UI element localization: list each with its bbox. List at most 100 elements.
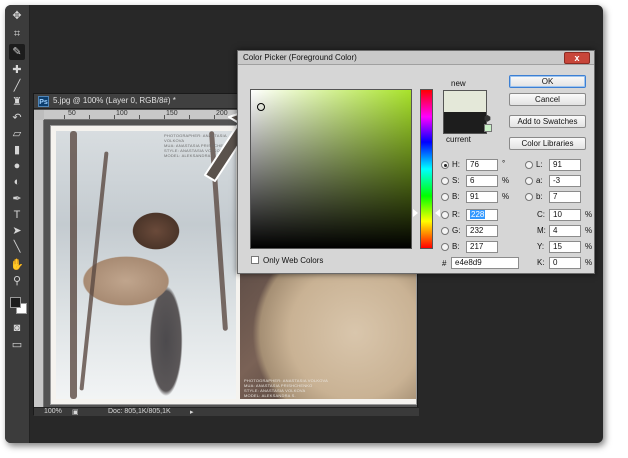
brush-icon[interactable]: ╱ (9, 78, 25, 94)
crop-icon[interactable]: ⌗ (9, 26, 25, 42)
color-libraries-button[interactable]: Color Libraries (509, 137, 586, 150)
brightness-radio[interactable] (441, 193, 449, 201)
ok-button[interactable]: OK (509, 75, 586, 88)
pen-icon[interactable]: ✒ (9, 191, 25, 207)
photoshop-document-icon: Ps (38, 96, 49, 107)
yellow-label: Y: (537, 242, 545, 251)
magenta-label: M: (537, 226, 546, 235)
eraser-icon[interactable]: ▱ (9, 126, 25, 142)
current-color-swatch[interactable] (443, 112, 487, 134)
blue-field[interactable]: 217 (466, 241, 498, 253)
ruler-tick-label: 50 (68, 110, 76, 117)
current-label: current (446, 135, 471, 144)
black-field[interactable]: 0 (549, 257, 581, 269)
hue-label: H: (452, 160, 460, 169)
ruler-tick-label: 100 (116, 110, 128, 117)
lab-l-label: L: (536, 160, 543, 169)
green-field[interactable]: 232 (466, 225, 498, 237)
saturation-label: S: (452, 176, 460, 185)
gradient-icon[interactable]: ▮ (9, 142, 25, 158)
type-icon[interactable]: T (9, 207, 25, 223)
healing-icon[interactable]: ✚ (9, 62, 25, 78)
photo-credit-text: PHOTOGRAPHER: ANASTASIA VOLKOVA MUA: ANA… (244, 378, 329, 398)
shape-icon[interactable]: ╲ (9, 239, 25, 255)
eyedropper-icon[interactable]: ✎ (9, 44, 25, 60)
close-icon[interactable]: x (564, 52, 590, 64)
magenta-unit: % (585, 226, 593, 235)
web-safe-color-swatch[interactable] (484, 124, 492, 132)
dialog-titlebar[interactable]: Color Picker (Foreground Color) x (238, 51, 594, 65)
saturation-unit: % (502, 176, 510, 185)
saturation-brightness-field[interactable] (250, 89, 412, 249)
hue-field[interactable]: 76 (466, 159, 498, 171)
doc-size-info[interactable]: Doc: 805,1K/805,1K (108, 408, 171, 415)
blur-icon[interactable]: ● (9, 158, 25, 174)
foreground-color-swatch[interactable] (10, 297, 21, 308)
green-radio[interactable] (441, 227, 449, 235)
brightness-label: B: (452, 192, 460, 201)
vertical-ruler[interactable] (34, 120, 44, 408)
quick-mask-icon[interactable]: ◙ (9, 320, 25, 336)
color-picker-dialog: Color Picker (Foreground Color) x new cu… (237, 50, 595, 274)
hand-icon[interactable]: ✋ (9, 257, 25, 273)
green-label: G: (452, 226, 461, 235)
black-label: K: (537, 258, 545, 267)
new-color-swatch (443, 90, 487, 112)
blue-label: B: (452, 242, 460, 251)
hue-slider-handle-left[interactable] (413, 209, 418, 217)
lab-l-radio[interactable] (525, 161, 533, 169)
only-web-colors-checkbox[interactable] (251, 256, 259, 264)
app-window: ✥ ⌗ ✎ ✚ ╱ ♜ ↶ ▱ ▮ ● ◐ ✒ T ➤ ╲ ✋ ⚲ ◙ ▭ Ps… (5, 5, 603, 443)
history-brush-icon[interactable]: ↶ (9, 110, 25, 126)
hue-radio[interactable] (441, 161, 449, 169)
yellow-unit: % (585, 242, 593, 251)
saturation-radio[interactable] (441, 177, 449, 185)
hue-slider[interactable] (420, 89, 433, 249)
saturation-field[interactable]: 6 (466, 175, 498, 187)
screen-mode-icon[interactable]: ▭ (9, 337, 25, 353)
ruler-origin[interactable] (34, 110, 44, 120)
cancel-button[interactable]: Cancel (509, 93, 586, 106)
red-field[interactable]: 228 (466, 209, 498, 221)
color-marker[interactable] (257, 103, 265, 111)
new-label: new (451, 79, 466, 88)
ruler-tick-label: 150 (166, 110, 178, 117)
document-title: 5.jpg @ 100% (Layer 0, RGB/8#) * (53, 96, 176, 105)
magenta-field[interactable]: 4 (549, 225, 581, 237)
red-label: R: (452, 210, 460, 219)
lab-a-radio[interactable] (525, 177, 533, 185)
lab-b-label: b: (536, 192, 543, 201)
zoom-icon[interactable]: ⚲ (9, 273, 25, 289)
status-menu-arrow-icon[interactable]: ▸ (190, 408, 194, 416)
blue-radio[interactable] (441, 243, 449, 251)
red-radio[interactable] (441, 211, 449, 219)
out-of-gamut-cube-icon[interactable]: ⬢ (484, 114, 491, 123)
move-icon[interactable]: ✥ (9, 8, 25, 24)
hex-label: # (442, 259, 447, 268)
zoom-level[interactable]: 100% (44, 408, 62, 415)
hue-slider-handle-right[interactable] (435, 209, 440, 217)
yellow-field[interactable]: 15 (549, 241, 581, 253)
cyan-label: C: (537, 210, 545, 219)
clone-stamp-icon[interactable]: ♜ (9, 94, 25, 110)
brightness-field[interactable]: 91 (466, 191, 498, 203)
dodge-icon[interactable]: ◐ (9, 174, 25, 190)
status-icon[interactable]: ▣ (72, 408, 79, 416)
cyan-unit: % (585, 210, 593, 219)
lab-l-field[interactable]: 91 (549, 159, 581, 171)
lab-b-field[interactable]: 7 (549, 191, 581, 203)
hex-field[interactable]: e4e8d9 (451, 257, 519, 269)
hue-unit: ° (502, 159, 506, 168)
lab-a-label: a: (536, 176, 543, 185)
lab-b-radio[interactable] (525, 193, 533, 201)
path-select-icon[interactable]: ➤ (9, 223, 25, 239)
status-bar: 100% ▣ Doc: 805,1K/805,1K ▸ (34, 407, 419, 416)
add-to-swatches-button[interactable]: Add to Swatches (509, 115, 586, 128)
dialog-title: Color Picker (Foreground Color) (243, 53, 357, 62)
cyan-field[interactable]: 10 (549, 209, 581, 221)
brightness-unit: % (502, 192, 510, 201)
black-unit: % (585, 258, 593, 267)
only-web-colors-label: Only Web Colors (263, 256, 324, 265)
tools-panel: ✥ ⌗ ✎ ✚ ╱ ♜ ↶ ▱ ▮ ● ◐ ✒ T ➤ ╲ ✋ ⚲ ◙ ▭ (5, 5, 30, 443)
lab-a-field[interactable]: -3 (549, 175, 581, 187)
